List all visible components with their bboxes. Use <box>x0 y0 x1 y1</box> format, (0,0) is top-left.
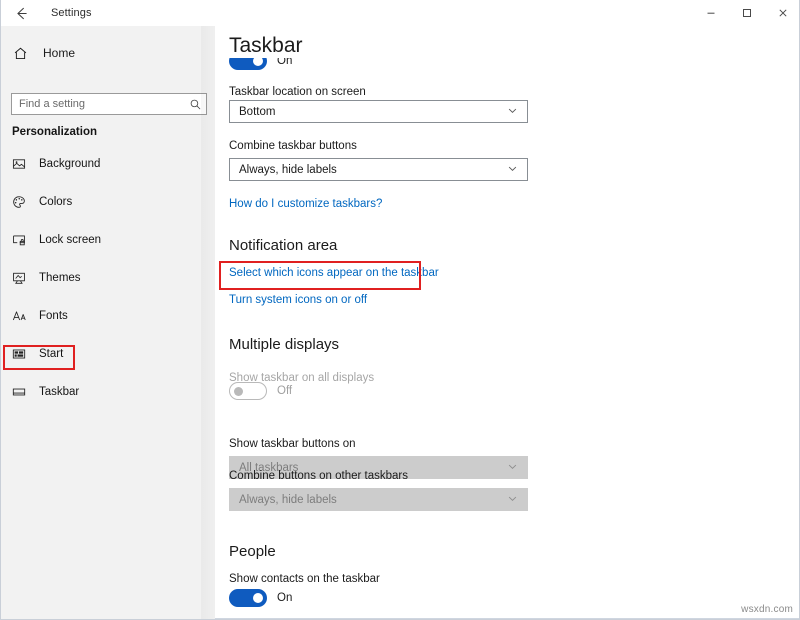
sidebar-item-home[interactable]: Home <box>13 40 215 66</box>
turn-system-icons-link[interactable]: Turn system icons on or off <box>229 294 367 306</box>
start-grid-icon <box>12 347 34 361</box>
combine-other-label: Combine buttons on other taskbars <box>229 470 408 482</box>
chevron-down-icon <box>507 163 518 177</box>
sidebar-item-label: Fonts <box>39 310 68 322</box>
content-bottom-rule <box>215 618 800 619</box>
back-arrow-icon[interactable] <box>1 0 41 26</box>
maximize-button[interactable] <box>729 0 765 26</box>
show-buttons-on-label: Show taskbar buttons on <box>229 438 356 450</box>
sidebar-item-lock-screen[interactable]: Lock screen <box>1 226 215 254</box>
taskbar-location-dropdown[interactable]: Bottom <box>229 100 528 123</box>
sidebar-category-heading: Personalization <box>12 126 97 138</box>
multiple-displays-heading: Multiple displays <box>229 336 339 353</box>
page-title: Taskbar <box>229 34 313 58</box>
show-contacts-toggle[interactable] <box>229 589 267 607</box>
window-controls <box>693 0 800 26</box>
show-contacts-state: On <box>277 592 292 604</box>
sidebar-item-taskbar[interactable]: Taskbar <box>1 378 215 406</box>
chevron-down-icon <box>507 105 518 119</box>
people-heading: People <box>229 543 276 560</box>
show-contacts-label: Show contacts on the taskbar <box>229 573 380 585</box>
sidebar-item-label: Taskbar <box>39 386 79 398</box>
sidebar-item-home-label: Home <box>43 46 75 60</box>
content-pane: Taskbar On Taskbar location on screen Bo… <box>215 26 800 620</box>
combine-buttons-label: Combine taskbar buttons <box>229 140 357 152</box>
combine-buttons-dropdown[interactable]: Always, hide labels <box>229 158 528 181</box>
picture-icon <box>12 157 34 171</box>
combine-other-value: Always, hide labels <box>239 494 337 506</box>
sidebar-item-label: Themes <box>39 272 81 284</box>
sidebar-item-label: Lock screen <box>39 234 101 246</box>
chevron-down-icon <box>507 493 518 507</box>
sidebar-item-label: Colors <box>39 196 72 208</box>
sidebar-item-start[interactable]: Start <box>1 340 215 368</box>
sidebar-item-background[interactable]: Background <box>1 150 215 178</box>
search-input[interactable] <box>12 98 184 110</box>
combine-other-dropdown[interactable]: Always, hide labels <box>229 488 528 511</box>
sidebar: Home Personalization <box>1 26 215 620</box>
watermark: wsxdn.com <box>741 604 793 615</box>
show-all-displays-toggle-row: Off <box>229 382 292 400</box>
search-icon <box>184 98 206 111</box>
lock-screen-icon <box>12 233 34 247</box>
themes-icon <box>12 271 34 285</box>
title-bar: Settings <box>1 0 800 26</box>
close-button[interactable] <box>765 0 800 26</box>
notification-area-heading: Notification area <box>229 237 337 254</box>
taskbar-location-value: Bottom <box>239 106 275 118</box>
customize-taskbars-link[interactable]: How do I customize taskbars? <box>229 198 382 210</box>
sidebar-item-colors[interactable]: Colors <box>1 188 215 216</box>
show-all-displays-state: Off <box>277 385 292 397</box>
select-icons-link[interactable]: Select which icons appear on the taskbar <box>229 267 439 279</box>
taskbar-location-label: Taskbar location on screen <box>229 86 366 98</box>
taskbar-icon <box>12 385 34 399</box>
settings-window: Settings <box>0 0 800 620</box>
combine-buttons-value: Always, hide labels <box>239 164 337 176</box>
chevron-down-icon <box>507 461 518 475</box>
home-icon <box>13 46 39 61</box>
fonts-aa-icon <box>12 309 34 323</box>
app-title: Settings <box>51 7 92 19</box>
palette-icon <box>12 195 34 209</box>
sidebar-nav-list: Background Colors <box>1 150 215 416</box>
minimize-button[interactable] <box>693 0 729 26</box>
sidebar-item-fonts[interactable]: Fonts <box>1 302 215 330</box>
sidebar-item-label: Start <box>39 348 63 360</box>
show-all-displays-toggle[interactable] <box>229 382 267 400</box>
show-contacts-toggle-row: On <box>229 589 292 607</box>
sidebar-item-themes[interactable]: Themes <box>1 264 215 292</box>
sidebar-item-label: Background <box>39 158 100 170</box>
search-box[interactable] <box>11 93 207 115</box>
